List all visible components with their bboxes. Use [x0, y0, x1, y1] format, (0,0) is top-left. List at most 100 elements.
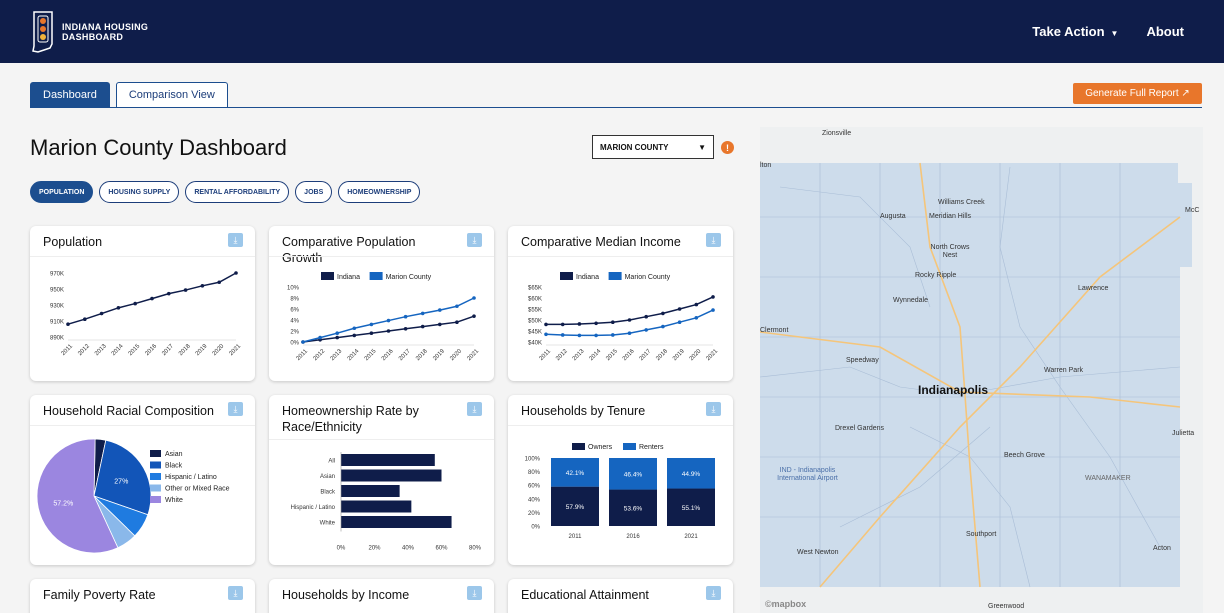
x-tick-label: 2020: [212, 343, 226, 357]
y-tick-label: 2%: [290, 330, 299, 336]
data-point: [594, 333, 598, 338]
download-icon[interactable]: ⤓: [467, 586, 482, 600]
x-tick-label: 2015: [128, 343, 142, 357]
x-tick-label: 2011: [569, 534, 583, 540]
data-point: [472, 296, 476, 300]
legend-swatch: [572, 443, 585, 450]
card-title: Homeownership Rate by Race/Ethnicity: [282, 404, 419, 434]
legend-label: Indiana: [576, 274, 599, 281]
map-label: Warren Park: [1044, 367, 1084, 374]
x-tick-label: 60%: [435, 546, 448, 552]
data-point: [455, 320, 459, 324]
legend-label: Hispanic / Latino: [165, 474, 217, 481]
card-family-poverty-rate: Family Poverty Rate ⤓: [30, 579, 255, 613]
y-tick-label: 950K: [50, 288, 64, 294]
data-point: [99, 311, 104, 316]
card-title: Family Poverty Rate: [43, 588, 156, 602]
legend-label: Asian: [165, 451, 183, 458]
y-tick-label: 8%: [290, 297, 299, 303]
data-point: [150, 296, 154, 301]
homeownership-bar-chart: All Asian Black Hispanic / Latino White 0% 20%…: [291, 452, 482, 552]
y-tick-label: $60K: [528, 297, 542, 303]
filter-homeownership[interactable]: HOMEOWNERSHIP: [338, 181, 421, 203]
bar: [341, 500, 412, 513]
county-map[interactable]: Zionsville Williams Creek Augusta Meridi…: [760, 127, 1203, 613]
tab-comparison-view[interactable]: Comparison View: [115, 82, 228, 107]
x-tick-label: 40%: [402, 546, 415, 552]
data-point: [318, 335, 322, 340]
download-icon[interactable]: ⤓: [467, 233, 482, 247]
tab-dashboard[interactable]: Dashboard: [30, 82, 110, 107]
generate-report-button[interactable]: Generate Full Report ↗: [1073, 83, 1202, 104]
bar: [341, 469, 442, 482]
site-logo[interactable]: INDIANA HOUSING DASHBOARD: [30, 10, 148, 54]
legend-label: Marion County: [386, 274, 432, 281]
y-tick-label: 100%: [525, 457, 541, 463]
chevron-down-icon: ▼: [698, 142, 706, 152]
bar: [341, 516, 452, 528]
x-tick-label: 2019: [432, 348, 446, 362]
y-tick-label: 40%: [528, 497, 541, 503]
pie-data-label: 27%: [114, 479, 128, 486]
data-point: [352, 333, 357, 338]
y-tick-label: 60%: [528, 484, 541, 490]
caret-down-icon: ▼: [1110, 29, 1119, 38]
download-icon[interactable]: ⤓: [228, 233, 243, 247]
x-tick-label: 2020: [449, 348, 463, 362]
data-point: [369, 322, 374, 327]
data-label: 53.6%: [624, 505, 643, 512]
view-tabs: Dashboard Comparison View: [30, 82, 228, 107]
info-icon[interactable]: !: [721, 141, 734, 154]
download-icon[interactable]: ⤓: [228, 586, 243, 600]
legend-swatch: [560, 272, 573, 280]
data-point: [661, 311, 665, 316]
nav-about[interactable]: About: [1146, 24, 1184, 39]
x-tick-label: 2014: [111, 343, 125, 357]
map-label-airport: IND - Indianapolis International Airport: [777, 467, 838, 482]
data-point: [83, 317, 87, 322]
download-icon[interactable]: ⤓: [706, 402, 721, 416]
download-icon[interactable]: ⤓: [228, 402, 243, 416]
data-point: [544, 322, 548, 327]
filter-housing-supply[interactable]: HOUSING SUPPLY: [99, 181, 180, 203]
data-point: [438, 308, 442, 312]
legend-label: Black: [165, 463, 183, 470]
x-tick-label: 2021: [466, 348, 480, 362]
download-icon[interactable]: ⤓: [467, 402, 482, 416]
data-label: 46.4%: [624, 471, 643, 478]
county-select[interactable]: MARION COUNTY ▼: [592, 135, 714, 159]
y-tick-label: Hispanic / Latino: [291, 505, 336, 511]
legend-label: Other or Mixed Race: [165, 486, 230, 493]
data-point: [627, 331, 632, 335]
card-title: Educational Attainment: [521, 588, 649, 602]
x-tick-label: 2013: [572, 348, 586, 362]
data-point: [66, 322, 70, 326]
data-point: [420, 324, 425, 329]
x-tick-label: 2020: [689, 348, 703, 362]
filter-rental-affordability[interactable]: RENTAL AFFORDABILITY: [185, 181, 290, 203]
data-point: [472, 314, 476, 318]
x-tick-label: 2016: [626, 534, 640, 540]
card-title: Households by Income: [282, 588, 410, 602]
data-point: [544, 332, 548, 337]
x-tick-label: 2012: [313, 348, 327, 362]
data-label: 55.1%: [682, 505, 701, 512]
legend-swatch: [150, 450, 161, 457]
download-icon[interactable]: ⤓: [706, 233, 721, 247]
y-tick-label: $65K: [528, 286, 542, 292]
racial-composition-pie-chart: 27% 57.2% Asian Black Hispanic / Latino Other…: [36, 438, 230, 554]
x-tick-label: 80%: [469, 546, 482, 552]
map-label: Williams Creek: [938, 199, 985, 206]
map-label: Augusta: [880, 213, 906, 220]
download-icon[interactable]: ⤓: [706, 586, 721, 600]
filter-jobs[interactable]: JOBS: [295, 181, 333, 203]
data-point: [403, 327, 408, 331]
map-label: Beech Grove: [1004, 452, 1045, 459]
mapbox-attribution[interactable]: ©mapbox: [765, 599, 806, 609]
legend-swatch: [321, 272, 334, 280]
nav-take-action[interactable]: Take Action ▼: [1032, 24, 1118, 39]
data-point: [369, 331, 374, 335]
map-label: Rocky Ripple: [915, 272, 957, 279]
filter-population[interactable]: POPULATION: [30, 181, 94, 203]
y-tick-label: $40K: [528, 341, 542, 347]
